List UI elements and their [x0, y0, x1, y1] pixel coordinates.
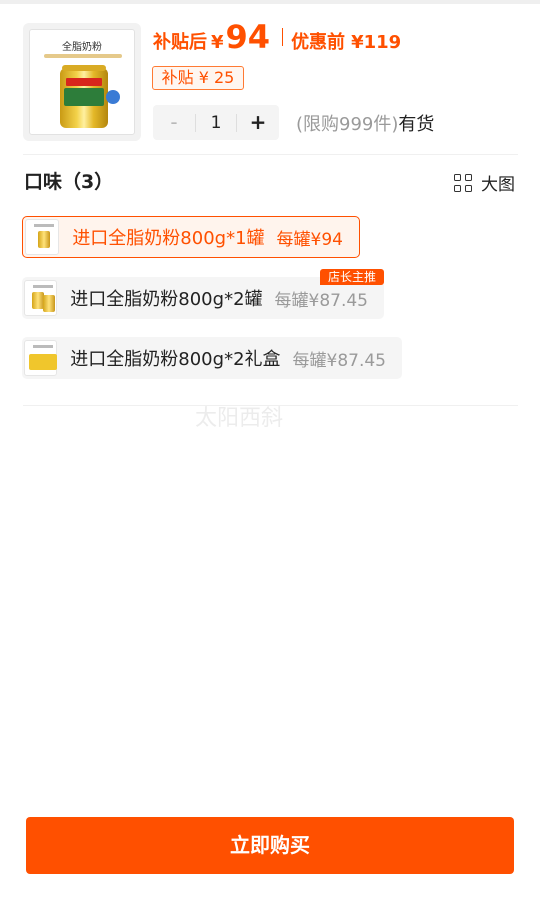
large-image-toggle-label: 大图	[481, 175, 515, 195]
flavor-option-name: 进口全脂奶粉800g*1罐	[72, 228, 265, 249]
product-seal-icon	[106, 90, 120, 104]
availability: 有货	[398, 114, 435, 135]
product-image-subtitle-bar	[44, 54, 122, 58]
price-separator	[282, 28, 284, 46]
product-image-card: 全脂奶粉	[29, 29, 135, 135]
grid-icon	[454, 173, 472, 192]
quantity-increase-button[interactable]: +	[237, 105, 279, 140]
flavor-option-1-can[interactable]: 进口全脂奶粉800g*1罐 每罐¥94	[22, 216, 360, 258]
milk-can-graphic	[60, 65, 108, 128]
flavor-section-title: 口味（3）	[24, 171, 114, 193]
product-image-title: 全脂奶粉	[62, 42, 102, 53]
buy-now-button[interactable]: 立即购买	[26, 817, 514, 874]
flavor-option-thumbnail	[24, 340, 58, 376]
subsidy-tag: 补贴 ¥ 25	[152, 66, 244, 90]
flavor-option-thumbnail	[25, 219, 60, 255]
flavor-option-thumbnail	[24, 280, 58, 316]
stock-status: (限购999件)有货	[296, 110, 434, 136]
watermark: 太阳西斜	[195, 406, 284, 431]
quantity-stepper: - 1 +	[153, 105, 279, 140]
currency-symbol: ¥	[211, 32, 224, 53]
quantity-value[interactable]: 1	[195, 113, 237, 132]
purchase-limit: (限购999件)	[296, 114, 399, 135]
flavor-option-unit-price: 每罐¥87.45	[292, 350, 386, 371]
product-image: 全脂奶粉	[23, 23, 141, 141]
top-strip	[0, 0, 540, 4]
flavor-option-unit-price: 每罐¥94	[276, 229, 343, 250]
original-price: ¥119	[351, 32, 402, 53]
large-image-toggle[interactable]: 大图	[454, 170, 515, 195]
quantity-decrease-button[interactable]: -	[153, 105, 195, 140]
recommended-badge: 店长主推	[320, 269, 384, 285]
flavor-option-name: 进口全脂奶粉800g*2礼盒	[70, 349, 281, 370]
subsidy-price-label: 补贴后	[153, 32, 207, 53]
subsidy-price: 94	[225, 18, 271, 56]
flavor-option-name: 进口全脂奶粉800g*2罐	[70, 289, 263, 310]
divider	[23, 154, 518, 155]
flavor-option-unit-price: 每罐¥87.45	[274, 290, 368, 311]
price-line: 补贴后 ¥ 94 优惠前 ¥119	[153, 17, 401, 57]
original-price-label: 优惠前	[291, 32, 346, 53]
flavor-option-gift-box[interactable]: 进口全脂奶粉800g*2礼盒 每罐¥87.45	[22, 337, 402, 379]
